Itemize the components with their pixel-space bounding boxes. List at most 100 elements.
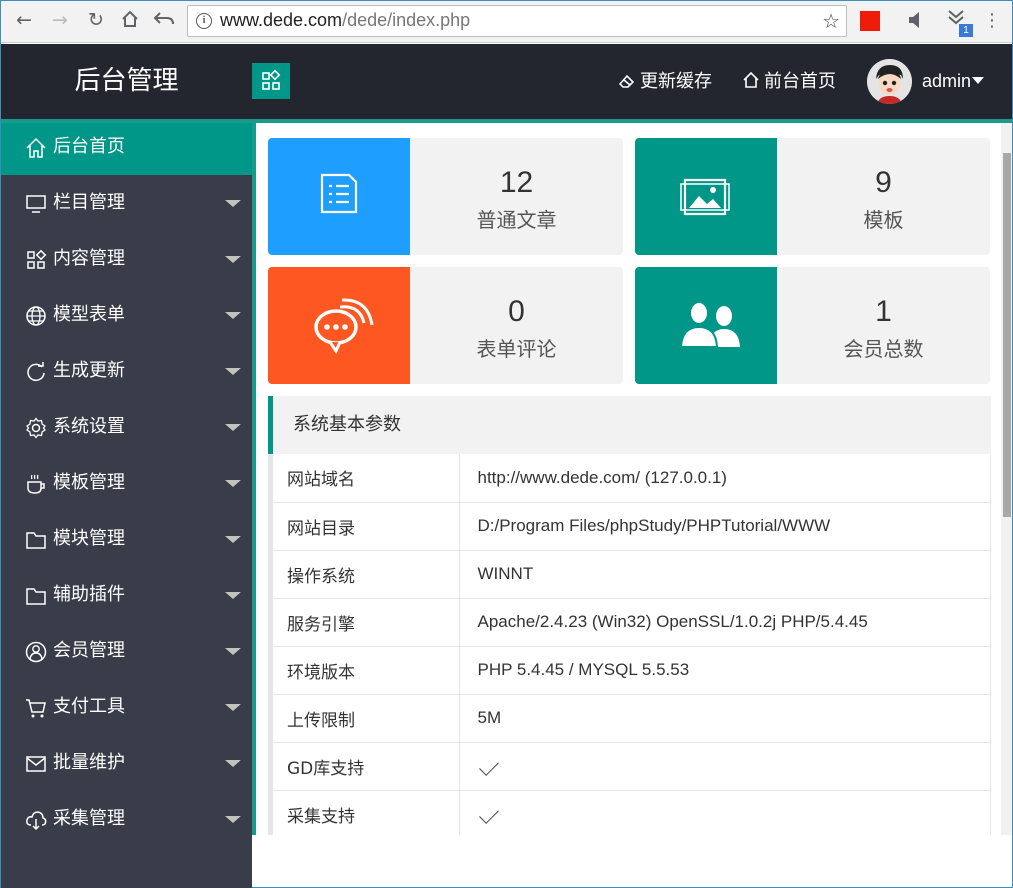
- check-icon: [478, 804, 499, 824]
- sidebar-item-label: 后台首页: [53, 136, 125, 157]
- sidebar-item-payment[interactable]: 支付工具: [1, 679, 252, 735]
- sidebar-toggle-button[interactable]: [252, 63, 290, 99]
- scrollbar-thumb[interactable]: [1003, 153, 1011, 517]
- cart-icon: [26, 699, 46, 718]
- sidebar-item-settings[interactable]: 系统设置: [1, 399, 252, 455]
- table-row: 网站目录 D:/Program Files/phpStudy/PHPTutori…: [273, 502, 991, 551]
- sidebar-item-plugins[interactable]: 辅助插件: [1, 567, 252, 623]
- sidebar-item-batch[interactable]: 批量维护: [1, 735, 252, 791]
- extension-red-icon[interactable]: [860, 11, 880, 31]
- sidebar-item-members[interactable]: 会员管理: [1, 623, 252, 679]
- stat-value: 0: [508, 295, 525, 328]
- address-bar[interactable]: i www.dede.com/dede/index.php ☆: [187, 5, 847, 37]
- table-row: 服务引擎 Apache/2.4.23 (Win32) OpenSSL/1.0.2…: [273, 598, 991, 647]
- system-info-table: 网站域名 http://www.dede.com/ (127.0.0.1) 网站…: [273, 454, 991, 835]
- main-content: 12 普通文章 9 模板 0 表单评论 1 会员总数 系统基本参数 网站域名 h…: [256, 123, 1001, 835]
- sidebar-item-label: 生成更新: [53, 360, 125, 381]
- avatar[interactable]: [867, 59, 912, 104]
- sidebar-item-model-forms[interactable]: 模型表单: [1, 287, 252, 343]
- chevron-down-icon: [225, 760, 241, 767]
- stat-card-articles[interactable]: 12 普通文章: [268, 138, 623, 255]
- app-header: 后台管理 更新缓存 前台首页 admin: [1, 44, 1012, 119]
- folder-icon: [26, 588, 46, 605]
- reload-icon[interactable]: ↻: [85, 9, 107, 31]
- stat-label: 模板: [863, 208, 904, 232]
- document-icon: [268, 138, 410, 255]
- front-home-label: 前台首页: [764, 71, 836, 92]
- front-home-link[interactable]: 前台首页: [742, 44, 836, 119]
- row-key: 上传限制: [273, 694, 460, 743]
- browser-window: ← → ↻ i www.dede.com/dede/index.php ☆ 1 …: [0, 0, 1013, 888]
- user-name: admin: [922, 71, 972, 91]
- stat-label: 普通文章: [476, 208, 557, 232]
- row-key: 环境版本: [273, 646, 460, 695]
- stat-card-templates[interactable]: 9 模板: [635, 138, 990, 255]
- row-value: [459, 742, 991, 791]
- undo-icon[interactable]: [153, 9, 175, 31]
- browser-menu-icon[interactable]: ⋮: [983, 10, 1001, 32]
- sidebar-item-columns[interactable]: 栏目管理: [1, 175, 252, 231]
- sidebar-item-label: 辅助插件: [53, 584, 125, 605]
- apps-icon: [27, 249, 47, 269]
- stat-value: 1: [875, 295, 892, 328]
- users-icon: [635, 267, 777, 384]
- url-text[interactable]: www.dede.com/dede/index.php: [220, 10, 470, 31]
- row-value: WINNT: [459, 550, 991, 599]
- url-path: /dede/index.php: [342, 10, 471, 30]
- browser-toolbar: ← → ↻ i www.dede.com/dede/index.php ☆ 1 …: [1, 1, 1012, 43]
- bookmark-star-icon[interactable]: ☆: [822, 9, 840, 33]
- cloud-download-icon: [26, 811, 47, 831]
- chevron-down-icon: [225, 648, 241, 655]
- stat-card-comments[interactable]: 0 表单评论: [268, 267, 623, 384]
- row-value: [459, 790, 991, 835]
- table-row: 上传限制 5M: [273, 694, 991, 743]
- refresh-cache-label: 更新缓存: [640, 71, 712, 92]
- chevron-down-icon: [225, 592, 241, 599]
- stat-label: 表单评论: [476, 337, 557, 361]
- sidebar-item-label: 会员管理: [53, 640, 125, 661]
- stat-label: 会员总数: [843, 337, 924, 361]
- refresh-icon: [27, 362, 45, 382]
- speaker-icon[interactable]: [907, 10, 925, 30]
- table-row: GD库支持: [273, 742, 991, 791]
- chevron-down-icon: [225, 704, 241, 711]
- system-info-panel: 系统基本参数 网站域名 http://www.dede.com/ (127.0.…: [268, 396, 991, 835]
- chevron-down-icon: [225, 816, 241, 823]
- app-logo: 后台管理: [74, 66, 179, 96]
- image-icon: [635, 138, 777, 255]
- apps-icon: [262, 69, 281, 90]
- back-icon[interactable]: ←: [13, 9, 35, 31]
- table-row: 网站域名 http://www.dede.com/ (127.0.0.1): [273, 454, 991, 503]
- sidebar-item-collect[interactable]: 采集管理: [1, 791, 252, 847]
- sidebar-item-label: 批量维护: [53, 752, 125, 773]
- forward-icon[interactable]: →: [49, 9, 71, 31]
- row-key: 服务引擎: [273, 598, 460, 647]
- row-key: 网站目录: [273, 502, 460, 551]
- stat-value: 12: [499, 166, 534, 199]
- info-icon[interactable]: i: [196, 13, 212, 29]
- chevron-down-icon: [225, 424, 241, 431]
- stat-card-members[interactable]: 1 会员总数: [635, 267, 990, 384]
- home-icon: [743, 71, 759, 88]
- sidebar-item-label: 采集管理: [53, 808, 125, 829]
- sidebar-item-content[interactable]: 内容管理: [1, 231, 252, 287]
- user-menu[interactable]: admin: [922, 44, 985, 119]
- monitor-icon: [26, 195, 46, 213]
- refresh-cache-link[interactable]: 更新缓存: [618, 44, 712, 119]
- sidebar-item-templates[interactable]: 模板管理: [1, 455, 252, 511]
- sidebar-item-label: 模型表单: [53, 304, 125, 325]
- extension-badge: 1: [959, 24, 973, 37]
- cup-icon: [27, 474, 45, 494]
- table-row: 操作系统 WINNT: [273, 550, 991, 599]
- main-scrollbar[interactable]: [1001, 123, 1012, 835]
- table-row: 环境版本 PHP 5.4.45 / MYSQL 5.5.53: [273, 646, 991, 695]
- row-key: 操作系统: [273, 550, 460, 599]
- sidebar-item-modules[interactable]: 模块管理: [1, 511, 252, 567]
- sidebar-item-dashboard[interactable]: 后台首页: [1, 119, 252, 175]
- sidebar-item-generate[interactable]: 生成更新: [1, 343, 252, 399]
- home-icon[interactable]: [119, 9, 141, 31]
- sidebar-item-label: 内容管理: [53, 248, 125, 269]
- stat-value: 9: [875, 166, 892, 199]
- sidebar-item-label: 系统设置: [53, 416, 125, 437]
- mail-icon: [26, 756, 46, 772]
